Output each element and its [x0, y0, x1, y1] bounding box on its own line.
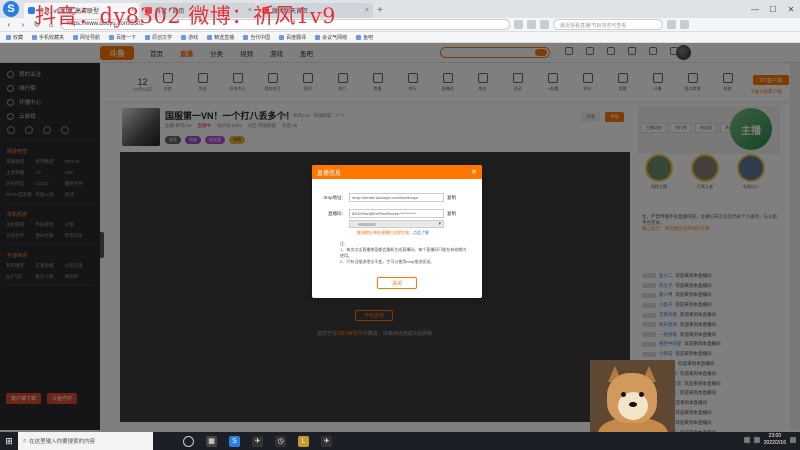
tab-favicon-icon — [262, 7, 269, 14]
extension-icon[interactable] — [527, 20, 536, 29]
volume-icon[interactable] — [753, 437, 760, 443]
search-icon: ⌕ — [23, 437, 27, 444]
tab-close-icon[interactable]: × — [248, 7, 252, 14]
windows-taskbar: ⊞ ⌕ 在这里输入你要搜索的内容 ▦ S ✈ ◷ L ✈ 23:00 2022/… — [0, 432, 800, 450]
bookmark-item[interactable]: 百度一下 — [109, 34, 136, 41]
tab-favicon-icon — [28, 7, 35, 14]
learn-more-link[interactable]: 点此了解 — [413, 230, 429, 235]
line-select[interactable]: ▾ — [349, 220, 444, 228]
dialog-header: 直播信息 ✕ — [312, 165, 482, 179]
forward-icon[interactable]: › — [18, 20, 28, 29]
bookmark-item[interactable]: 百度翻译 — [279, 34, 306, 41]
bookmark-icon — [279, 34, 285, 40]
rtmp-label: rtmp地址： — [323, 194, 347, 200]
browser-search-input[interactable]: 最近观看直播/节目浏览可查看 — [553, 19, 663, 30]
bookmark-icon — [109, 34, 115, 40]
extension-icon[interactable] — [514, 20, 523, 29]
url-input[interactable]: https://www.douyu.com/8302 — [60, 19, 510, 30]
taskbar-clock[interactable]: 23:00 2022/2/16 — [764, 433, 786, 447]
dialog-notes: 注： 1、每次点击直播按钮都会重新生成直播码，每个直播码只能在有效期内使用。 2… — [340, 241, 467, 264]
file-explorer-icon[interactable]: ▦ — [206, 435, 217, 447]
browser-tab-bar: S 特风1v9直播_高清联型 × 抖音 - 首页 × 微博聊天首页 × + — ☐ ✕ — [0, 0, 800, 18]
bookmark-icon — [315, 34, 321, 40]
app-icon[interactable]: L — [298, 435, 309, 447]
system-tray: 23:00 2022/2/16 — [743, 433, 796, 447]
bookmark-icon — [356, 34, 362, 40]
minimize-icon[interactable]: — — [746, 0, 764, 18]
bookmark-label: 会议气网络 — [322, 34, 348, 41]
bookmark-item[interactable]: 游戏 — [181, 34, 198, 41]
app-icon[interactable]: ✈ — [252, 435, 263, 447]
network-icon[interactable] — [743, 437, 750, 443]
bookmark-item[interactable]: 收藏 — [6, 34, 23, 41]
bookmark-icon — [207, 34, 213, 40]
close-dialog-button[interactable]: 关闭 — [377, 277, 417, 289]
taskbar-search-input[interactable]: ⌕ 在这里输入你要搜索的内容 — [18, 432, 153, 450]
bookmark-item[interactable]: 手机收藏夹 — [32, 34, 64, 41]
tab-close-icon[interactable]: × — [131, 7, 135, 14]
reload-icon[interactable]: ↻ — [32, 20, 42, 29]
extension-icon[interactable] — [540, 20, 549, 29]
chevron-down-icon: ▾ — [438, 221, 441, 227]
windows-start-icon[interactable]: ⊞ — [0, 432, 18, 450]
bookmark-icon — [181, 34, 187, 40]
bookmark-icon — [73, 34, 79, 40]
bookmark-item[interactable]: 网址导航 — [73, 34, 100, 41]
browser-tab[interactable]: 抖音 - 首页 × — [141, 3, 256, 18]
tab-favicon-icon — [145, 7, 152, 14]
maximize-icon[interactable]: ☐ — [764, 0, 782, 18]
bookmark-item[interactable]: 鱼吧 — [356, 34, 373, 41]
bookmark-label: 手机收藏夹 — [39, 34, 65, 41]
bookmark-icon — [6, 34, 11, 40]
tab-title: 特风1v9直播_高清联型 — [38, 9, 100, 15]
app-icon[interactable]: ◷ — [275, 435, 286, 447]
close-icon[interactable]: ✕ — [782, 0, 800, 18]
live-info-dialog: 直播信息 ✕ rtmp地址： rtmp://sendtc1sdouyu.com/… — [312, 165, 482, 298]
rtmp-address-field[interactable]: rtmp://sendtc1sdouyu.com/live/douyu — [349, 193, 444, 202]
bookmark-label: 收藏 — [13, 34, 24, 41]
notification-icon[interactable] — [790, 437, 796, 443]
home-icon[interactable]: ⌂ — [46, 20, 56, 29]
browser-tab[interactable]: 微博聊天首页 × — [258, 3, 373, 18]
bookmark-label: 游戏 — [188, 34, 199, 41]
bookmark-icon — [145, 34, 151, 40]
bookmark-label: 精选直播 — [214, 34, 235, 41]
address-bar: ‹ › ↻ ⌂ https://www.douyu.com/8302 最近观看直… — [0, 18, 800, 32]
bookmark-icon — [243, 34, 249, 40]
bookmark-label: 鱼吧 — [363, 34, 374, 41]
tab-title: 微博聊天首页 — [272, 9, 309, 15]
bookmark-item[interactable]: 会议气网络 — [315, 34, 347, 41]
bookmark-label: 原创文学 — [152, 34, 173, 41]
browser-tab[interactable]: 特风1v9直播_高清联型 × — [24, 3, 139, 18]
bookmarks-bar: 收藏 手机收藏夹 网址导航 百度一下 原创文学 游戏 精选直播 当代中国 百度翻译 会议气网络 鱼吧 — [0, 32, 800, 43]
taskbar-apps: ▦ S ✈ ◷ L ✈ — [183, 435, 332, 447]
bookmark-item[interactable]: 当代中国 — [243, 34, 270, 41]
back-icon[interactable]: ‹ — [4, 20, 14, 29]
new-tab-button[interactable]: + — [373, 3, 387, 18]
dialog-title: 直播信息 — [317, 170, 342, 177]
tab-title: 抖音 - 首页 — [155, 9, 185, 15]
copy-key-button[interactable]: 复制 — [447, 211, 456, 217]
close-icon[interactable]: ✕ — [471, 168, 477, 176]
bookmark-icon — [32, 34, 38, 40]
stream-key-field[interactable]: 8302r2bzdjShHFeaSecret=********** — [349, 209, 444, 218]
download-icon[interactable] — [680, 20, 689, 29]
bookmark-label: 当代中国 — [250, 34, 271, 41]
browser-app-icon[interactable]: S — [229, 435, 240, 447]
bookmark-label: 百度翻译 — [286, 34, 307, 41]
bookmark-label: 百度一下 — [116, 34, 137, 41]
warning-text: 推流地址将在直播后立即生效，点此了解 — [357, 230, 429, 235]
menu-icon[interactable] — [667, 20, 676, 29]
tab-close-icon[interactable]: × — [365, 7, 369, 14]
copy-rtmp-button[interactable]: 复制 — [447, 195, 456, 201]
stream-key-label: 直播码： — [328, 210, 346, 216]
app-icon[interactable]: ✈ — [321, 435, 332, 447]
browser-logo[interactable]: S — [0, 0, 22, 18]
bookmark-item[interactable]: 精选直播 — [207, 34, 234, 41]
bookmark-item[interactable]: 原创文学 — [145, 34, 172, 41]
bookmark-label: 网址导航 — [80, 34, 101, 41]
task-view-icon[interactable] — [183, 435, 194, 447]
window-controls: — ☐ ✕ — [746, 0, 800, 18]
